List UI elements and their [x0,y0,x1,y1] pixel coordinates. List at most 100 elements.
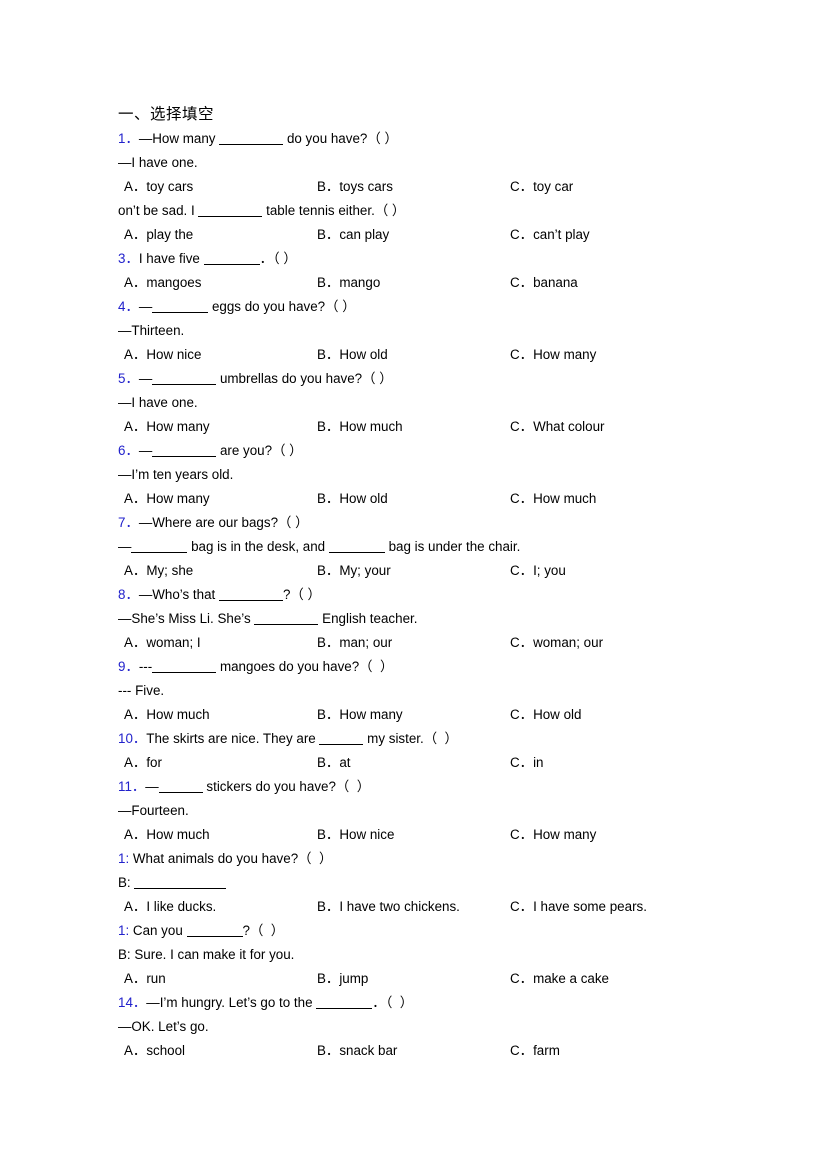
option-b-3[interactable]: B．mango [317,271,380,295]
option-b-10[interactable]: B．at [317,751,351,775]
option-a-label: A． [124,563,147,578]
answer-line-6: —I’m ten years old. [118,467,234,482]
question-stem-text-13b: ?（ ） [242,923,285,938]
options-row-14: A．school B．snack bar C．farm [118,1039,708,1063]
option-b-13[interactable]: B．jump [317,967,368,991]
options-row-10: A．for B．at C．in [118,751,708,775]
option-c-label: C． [510,707,534,722]
option-a-7[interactable]: A．My; she [124,559,193,583]
option-a-10[interactable]: A．for [124,751,162,775]
option-c-label: C． [510,179,534,194]
option-a-text: play the [146,227,194,242]
option-b-5[interactable]: B．How much [317,415,403,439]
question-stem-text-10a: The skirts are nice. They are [146,731,320,746]
option-c-12[interactable]: C．I have some pears. [510,895,647,919]
options-row-7: A．My; she B．My; your C．I; you [118,559,708,583]
option-a-text: school [146,1043,186,1058]
question-stem-text-7a: —Where are our bags?（ ） [138,515,309,530]
option-a-label: A． [124,275,147,290]
fill-blank [152,661,217,673]
option-c-1[interactable]: C．toy car [510,175,573,199]
option-c-13[interactable]: C．make a cake [510,967,609,991]
option-a-14[interactable]: A．school [124,1039,185,1063]
option-a-6[interactable]: A．How many [124,487,210,511]
option-b-12[interactable]: B．I have two chickens. [317,895,460,919]
option-b-1[interactable]: B．toys cars [317,175,393,199]
question-stem-text-11b: stickers do you have?（ ） [202,779,371,794]
option-c-7[interactable]: C．I; you [510,559,566,583]
options-row-4: A．How nice B．How old C．How many [118,343,708,367]
option-c-11[interactable]: C．How many [510,823,596,847]
option-b-text: How old [339,347,388,362]
option-a-text: How much [146,707,210,722]
option-c-2[interactable]: C．can’t play [510,223,590,247]
option-a-13[interactable]: A．run [124,967,166,991]
option-b-text: My; your [339,563,391,578]
option-b-11[interactable]: B．How nice [317,823,394,847]
option-a-4[interactable]: A．How nice [124,343,201,367]
option-c-14[interactable]: C．farm [510,1039,560,1063]
option-b-text: snack bar [339,1043,398,1058]
option-b-4[interactable]: B．How old [317,343,388,367]
option-a-label: A． [124,419,147,434]
option-a-label: A． [124,971,147,986]
option-a-text: How much [146,827,210,842]
option-c-6[interactable]: C．How much [510,487,596,511]
option-b-label: B． [317,635,340,650]
options-row-8: A．woman; I B．man; our C．woman; our [118,631,708,655]
answer-line-13: B: Sure. I can make it for you. [118,947,295,962]
option-c-text: How much [533,491,597,506]
option-b-6[interactable]: B．How old [317,487,388,511]
option-a-5[interactable]: A．How many [124,415,210,439]
option-c-10[interactable]: C．in [510,751,544,775]
option-c-label: C． [510,635,534,650]
option-a-2[interactable]: A．play the [124,223,193,247]
answer-line-12: B: [118,871,708,895]
question-stem-7: 7．—Where are our bags?（ ） [118,511,708,535]
option-c-8[interactable]: C．woman; our [510,631,603,655]
option-a-11[interactable]: A．How much [124,823,210,847]
option-b-text: jump [339,971,369,986]
question-stem-text-6b: are you?（ ） [216,443,303,458]
option-b-8[interactable]: B．man; our [317,631,392,655]
question-stem-text-9b: mangoes do you have?（ ） [216,659,394,674]
option-b-7[interactable]: B．My; your [317,559,391,583]
question-stem-13: 1: Can you ?（ ） [118,919,708,943]
option-c-4[interactable]: C．How many [510,343,596,367]
options-row-12: A．I like ducks. B．I have two chickens. C… [118,895,708,919]
option-c-5[interactable]: C．What colour [510,415,605,439]
option-a-label: A． [124,635,147,650]
option-b-text: How old [339,491,388,506]
option-b-9[interactable]: B．How many [317,703,403,727]
option-c-label: C． [510,971,534,986]
option-a-text: for [146,755,162,770]
option-c-3[interactable]: C．banana [510,271,578,295]
option-a-1[interactable]: A．toy cars [124,175,193,199]
question-number-1: 1． [118,131,139,146]
question-stem-text-14b: ．（ ） [372,995,414,1010]
option-a-8[interactable]: A．woman; I [124,631,201,655]
question-stem-10: 10．The skirts are nice. They are my sist… [118,727,708,751]
option-c-text: in [533,755,544,770]
option-b-2[interactable]: B．can play [317,223,389,247]
option-a-9[interactable]: A．How much [124,703,210,727]
option-b-label: B． [317,179,340,194]
option-a-label: A． [124,755,147,770]
option-a-label: A． [124,827,147,842]
fill-blank [328,541,385,553]
option-a-12[interactable]: A．I like ducks. [124,895,216,919]
options-row-1: A．toy cars B．toys cars C．toy car [118,175,708,199]
option-b-text: toys cars [339,179,393,194]
option-c-text: make a cake [533,971,609,986]
option-b-14[interactable]: B．snack bar [317,1039,397,1063]
option-c-label: C． [510,347,534,362]
option-c-9[interactable]: C．How old [510,703,581,727]
question-stem-text-13a: Can you [129,923,187,938]
question-stem-8: 8．—Who’s that ?（ ） [118,583,708,607]
fill-blank [316,997,373,1009]
answer-line-8: —She’s Miss Li. She’s English teacher. [118,611,418,626]
option-b-text: I have two chickens. [339,899,460,914]
question-stem-text-11a: — [145,779,159,794]
option-a-text: run [146,971,166,986]
option-a-3[interactable]: A．mangoes [124,271,201,295]
